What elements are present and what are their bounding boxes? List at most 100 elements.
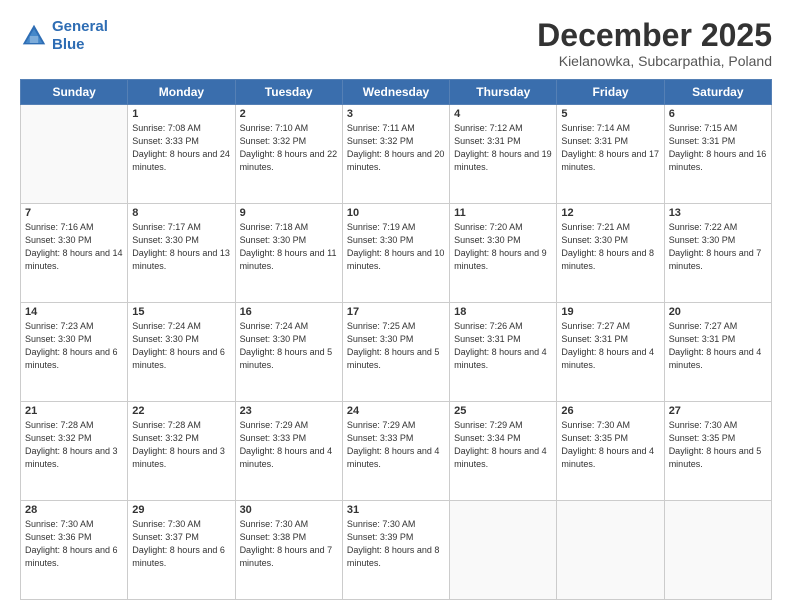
table-row: 3 Sunrise: 7:11 AMSunset: 3:32 PMDaylight… <box>342 105 449 204</box>
week-row-1: 7Sunrise: 7:16 AMSunset: 3:30 PMDaylight… <box>21 204 772 303</box>
day-info: Sunrise: 7:29 AMSunset: 3:33 PMDaylight:… <box>347 419 445 471</box>
day-number: 3 <box>347 108 445 120</box>
week-row-3: 21 Sunrise: 7:28 AMSunset: 3:32 PMDayligh… <box>21 402 772 501</box>
month-title: December 2025 <box>537 18 772 53</box>
table-row: 7Sunrise: 7:16 AMSunset: 3:30 PMDaylight… <box>21 204 128 303</box>
day-number: 29 <box>132 504 230 516</box>
table-row: 11 Sunrise: 7:20 AMSunset: 3:30 PMDayligh… <box>450 204 557 303</box>
day-info: Sunrise: 7:18 AMSunset: 3:30 PMDaylight:… <box>240 221 338 273</box>
day-info: Sunrise: 7:10 AMSunset: 3:32 PMDaylight:… <box>240 122 338 174</box>
day-info: Sunrise: 7:12 AMSunset: 3:31 PMDaylight:… <box>454 122 552 174</box>
day-info: Sunrise: 7:30 AMSunset: 3:36 PMDaylight:… <box>25 518 123 570</box>
week-row-0: 1Sunrise: 7:08 AMSunset: 3:33 PMDaylight… <box>21 105 772 204</box>
day-info: Sunrise: 7:08 AMSunset: 3:33 PMDaylight:… <box>132 122 230 174</box>
logo-icon <box>20 22 48 50</box>
day-info: Sunrise: 7:21 AMSunset: 3:30 PMDaylight:… <box>561 221 659 273</box>
table-row: 8 Sunrise: 7:17 AMSunset: 3:30 PMDaylight… <box>128 204 235 303</box>
day-info: Sunrise: 7:23 AMSunset: 3:30 PMDaylight:… <box>25 320 123 372</box>
day-info: Sunrise: 7:30 AMSunset: 3:35 PMDaylight:… <box>669 419 767 471</box>
table-row: 18Sunrise: 7:26 AMSunset: 3:31 PMDayligh… <box>450 303 557 402</box>
table-row: 20Sunrise: 7:27 AMSunset: 3:31 PMDayligh… <box>664 303 771 402</box>
calendar-table: Sunday Monday Tuesday Wednesday Thursday… <box>20 79 772 600</box>
day-info: Sunrise: 7:24 AMSunset: 3:30 PMDaylight:… <box>240 320 338 372</box>
day-info: Sunrise: 7:14 AMSunset: 3:31 PMDaylight:… <box>561 122 659 174</box>
day-number: 6 <box>669 108 767 120</box>
table-row: 15Sunrise: 7:24 AMSunset: 3:30 PMDayligh… <box>128 303 235 402</box>
day-number: 8 <box>132 207 230 219</box>
table-row: 13 Sunrise: 7:22 AMSunset: 3:30 PMDayligh… <box>664 204 771 303</box>
day-info: Sunrise: 7:29 AMSunset: 3:33 PMDaylight:… <box>240 419 338 471</box>
table-row: 12 Sunrise: 7:21 AMSunset: 3:30 PMDayligh… <box>557 204 664 303</box>
day-number: 30 <box>240 504 338 516</box>
day-number: 24 <box>347 405 445 417</box>
table-row: 10 Sunrise: 7:19 AMSunset: 3:30 PMDayligh… <box>342 204 449 303</box>
day-info: Sunrise: 7:19 AMSunset: 3:30 PMDaylight:… <box>347 221 445 273</box>
day-info: Sunrise: 7:20 AMSunset: 3:30 PMDaylight:… <box>454 221 552 273</box>
day-info: Sunrise: 7:26 AMSunset: 3:31 PMDaylight:… <box>454 320 552 372</box>
table-row: 9Sunrise: 7:18 AMSunset: 3:30 PMDaylight… <box>235 204 342 303</box>
day-number: 12 <box>561 207 659 219</box>
day-number: 16 <box>240 306 338 318</box>
table-row <box>21 105 128 204</box>
table-row: 28Sunrise: 7:30 AMSunset: 3:36 PMDayligh… <box>21 501 128 600</box>
day-info: Sunrise: 7:28 AMSunset: 3:32 PMDaylight:… <box>132 419 230 471</box>
col-thursday: Thursday <box>450 80 557 105</box>
day-info: Sunrise: 7:30 AMSunset: 3:35 PMDaylight:… <box>561 419 659 471</box>
table-row: 16 Sunrise: 7:24 AMSunset: 3:30 PMDayligh… <box>235 303 342 402</box>
table-row <box>450 501 557 600</box>
day-number: 11 <box>454 207 552 219</box>
table-row <box>557 501 664 600</box>
title-block: December 2025 Kielanowka, Subcarpathia, … <box>537 18 772 69</box>
day-number: 14 <box>25 306 123 318</box>
day-number: 20 <box>669 306 767 318</box>
col-tuesday: Tuesday <box>235 80 342 105</box>
day-number: 25 <box>454 405 552 417</box>
table-row <box>664 501 771 600</box>
col-friday: Friday <box>557 80 664 105</box>
table-row: 25 Sunrise: 7:29 AMSunset: 3:34 PMDayligh… <box>450 402 557 501</box>
day-number: 17 <box>347 306 445 318</box>
col-saturday: Saturday <box>664 80 771 105</box>
day-number: 31 <box>347 504 445 516</box>
col-wednesday: Wednesday <box>342 80 449 105</box>
day-number: 10 <box>347 207 445 219</box>
day-info: Sunrise: 7:29 AMSunset: 3:34 PMDaylight:… <box>454 419 552 471</box>
day-info: Sunrise: 7:17 AMSunset: 3:30 PMDaylight:… <box>132 221 230 273</box>
table-row: 26Sunrise: 7:30 AMSunset: 3:35 PMDayligh… <box>557 402 664 501</box>
week-row-4: 28Sunrise: 7:30 AMSunset: 3:36 PMDayligh… <box>21 501 772 600</box>
page: General Blue December 2025 Kielanowka, S… <box>0 0 792 612</box>
day-info: Sunrise: 7:28 AMSunset: 3:32 PMDaylight:… <box>25 419 123 471</box>
day-number: 21 <box>25 405 123 417</box>
location: Kielanowka, Subcarpathia, Poland <box>537 53 772 69</box>
table-row: 19Sunrise: 7:27 AMSunset: 3:31 PMDayligh… <box>557 303 664 402</box>
table-row: 1Sunrise: 7:08 AMSunset: 3:33 PMDaylight… <box>128 105 235 204</box>
table-row: 2Sunrise: 7:10 AMSunset: 3:32 PMDaylight… <box>235 105 342 204</box>
day-number: 15 <box>132 306 230 318</box>
table-row: 21 Sunrise: 7:28 AMSunset: 3:32 PMDayligh… <box>21 402 128 501</box>
day-info: Sunrise: 7:30 AMSunset: 3:39 PMDaylight:… <box>347 518 445 570</box>
table-row: 4Sunrise: 7:12 AMSunset: 3:31 PMDaylight… <box>450 105 557 204</box>
table-row: 5 Sunrise: 7:14 AMSunset: 3:31 PMDaylight… <box>557 105 664 204</box>
day-number: 5 <box>561 108 659 120</box>
table-row: 6 Sunrise: 7:15 AMSunset: 3:31 PMDaylight… <box>664 105 771 204</box>
day-info: Sunrise: 7:30 AMSunset: 3:37 PMDaylight:… <box>132 518 230 570</box>
table-row: 27 Sunrise: 7:30 AMSunset: 3:35 PMDayligh… <box>664 402 771 501</box>
week-row-2: 14 Sunrise: 7:23 AMSunset: 3:30 PMDayligh… <box>21 303 772 402</box>
day-info: Sunrise: 7:30 AMSunset: 3:38 PMDaylight:… <box>240 518 338 570</box>
day-info: Sunrise: 7:25 AMSunset: 3:30 PMDaylight:… <box>347 320 445 372</box>
day-number: 23 <box>240 405 338 417</box>
table-row: 29 Sunrise: 7:30 AMSunset: 3:37 PMDayligh… <box>128 501 235 600</box>
header-row: Sunday Monday Tuesday Wednesday Thursday… <box>21 80 772 105</box>
col-sunday: Sunday <box>21 80 128 105</box>
day-info: Sunrise: 7:15 AMSunset: 3:31 PMDaylight:… <box>669 122 767 174</box>
logo: General Blue <box>20 18 108 54</box>
table-row: 23 Sunrise: 7:29 AMSunset: 3:33 PMDayligh… <box>235 402 342 501</box>
day-number: 22 <box>132 405 230 417</box>
day-number: 27 <box>669 405 767 417</box>
table-row: 17 Sunrise: 7:25 AMSunset: 3:30 PMDayligh… <box>342 303 449 402</box>
day-info: Sunrise: 7:22 AMSunset: 3:30 PMDaylight:… <box>669 221 767 273</box>
col-monday: Monday <box>128 80 235 105</box>
logo-text: General Blue <box>52 18 108 54</box>
day-number: 13 <box>669 207 767 219</box>
day-info: Sunrise: 7:11 AMSunset: 3:32 PMDaylight:… <box>347 122 445 174</box>
